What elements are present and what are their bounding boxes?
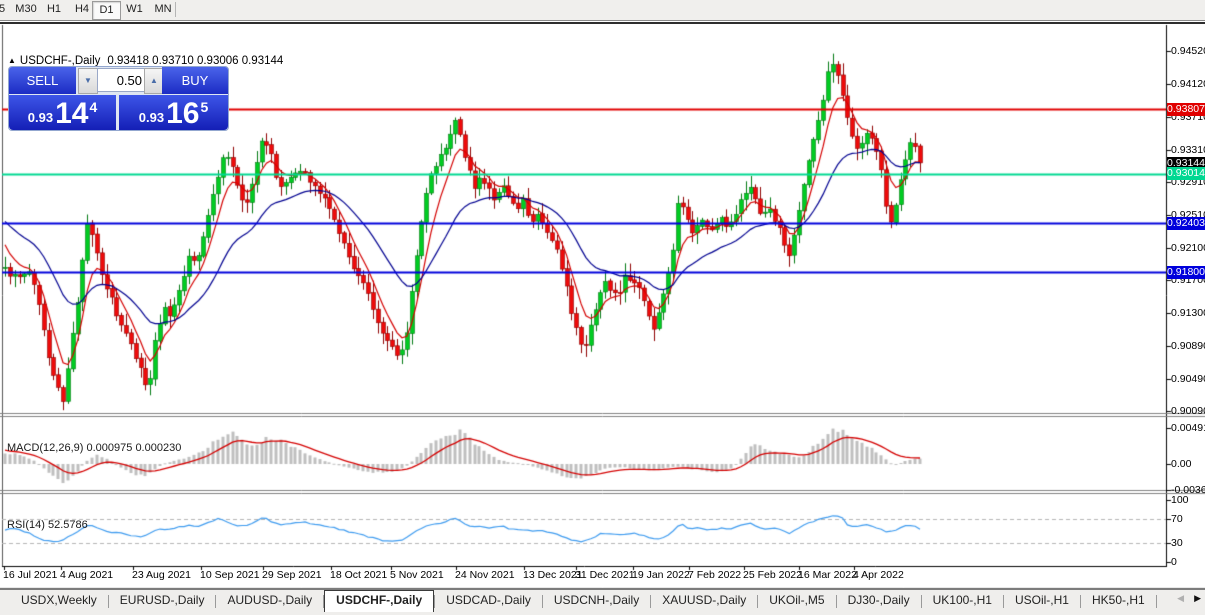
- price-tick-label: 0.93310: [1171, 144, 1205, 156]
- tab-scroll-arrows: ◀ ▶: [1177, 593, 1201, 604]
- macd-indicator-label: MACD(12,26,9) 0.000975 0.000230: [7, 442, 181, 454]
- up-triangle-icon: ▲: [8, 56, 16, 65]
- macd-tick-label: 0.00: [1171, 458, 1191, 470]
- rsi-tick-label: 0: [1171, 556, 1177, 568]
- price-level-badge: 0.92403: [1167, 217, 1205, 230]
- sell-price-base: 0.93: [28, 110, 53, 125]
- chart-tab-usdcnh-[interactable]: USDCNH-,Daily: [543, 590, 650, 611]
- rsi-value: 52.5786: [48, 519, 88, 531]
- rsi-tick-label: 30: [1171, 537, 1183, 549]
- date-label: 16 Jul 2021: [3, 569, 57, 581]
- rsi-tick-label: 70: [1171, 513, 1183, 525]
- date-label: 18 Oct 2021: [330, 569, 387, 581]
- sell-button[interactable]: SELL: [9, 67, 76, 94]
- chart-window: ▲USDCHF-,Daily0.93418 0.93710 0.93006 0.…: [0, 22, 1205, 588]
- macd-main-value: 0.000975: [86, 442, 132, 454]
- date-label: 25 Feb 2022: [743, 569, 802, 581]
- buy-price-sup: 5: [200, 99, 208, 115]
- price-level-badge: 0.93807: [1167, 103, 1205, 116]
- tab-scroll-right-icon[interactable]: ▶: [1194, 593, 1201, 604]
- timeframe-toolbar: 5 M30H1H4D1W1MN: [0, 0, 1205, 21]
- date-label: 23 Aug 2021: [132, 569, 191, 581]
- date-label: 4 Apr 2022: [853, 569, 904, 581]
- price-tick-label: 0.94120: [1171, 78, 1205, 90]
- buy-price-base: 0.93: [139, 110, 164, 125]
- price-tick-label: 0.91300: [1171, 307, 1205, 319]
- timeframe-button-mn[interactable]: MN: [150, 1, 176, 18]
- date-label: 4 Aug 2021: [60, 569, 113, 581]
- volume-decrease-button[interactable]: ▼: [78, 68, 98, 94]
- date-label: 10 Sep 2021: [200, 569, 260, 581]
- trading-platform-window: 5M30H1H4D1W1MN ▲USDCHF-,Daily0.93418 0.9…: [0, 0, 1205, 615]
- date-label: 16 Mar 2022: [798, 569, 857, 581]
- timeframe-button-h1[interactable]: H1: [42, 1, 66, 18]
- timeframe-button-h4[interactable]: H4: [70, 1, 94, 18]
- price-tick-label: 0.94520: [1171, 45, 1205, 57]
- timeframe-button-5[interactable]: 5: [0, 1, 7, 18]
- chart-tab-usdcad-[interactable]: USDCAD-,Daily: [435, 590, 542, 611]
- macd-name: MACD(12,26,9): [7, 442, 83, 454]
- buy-price-big: 16: [166, 100, 199, 128]
- price-level-badge: 0.93014: [1167, 167, 1205, 180]
- rsi-name: RSI(14): [7, 519, 45, 531]
- date-label: 24 Nov 2021: [455, 569, 515, 581]
- tab-separator: [1156, 595, 1157, 608]
- date-label: 7 Feb 2022: [688, 569, 741, 581]
- toolbar-separator: [175, 2, 176, 17]
- sell-price-panel[interactable]: 0.93 14 4: [9, 95, 116, 130]
- date-label: 29 Sep 2021: [262, 569, 322, 581]
- date-label: 5 Nov 2021: [390, 569, 444, 581]
- chart-tab-audusd-[interactable]: AUDUSD-,Daily: [216, 590, 323, 611]
- price-tick-label: 0.90090: [1171, 405, 1205, 417]
- macd-tick-label: 0.004913: [1171, 422, 1205, 434]
- price-tick-label: 0.90490: [1171, 373, 1205, 385]
- chart-tab-bar: USDX,WeeklyEURUSD-,DailyAUDUSD-,DailyUSD…: [0, 588, 1205, 615]
- macd-signal-value: 0.000230: [135, 442, 181, 454]
- volume-increase-button[interactable]: ▲: [144, 68, 164, 94]
- buy-price-panel[interactable]: 0.93 16 5: [119, 95, 228, 130]
- tab-scroll-left-icon[interactable]: ◀: [1177, 593, 1184, 604]
- timeframe-button-m30[interactable]: M30: [12, 1, 40, 18]
- date-label: 13 Dec 2021: [523, 569, 583, 581]
- timeframe-button-d1[interactable]: D1: [92, 1, 121, 20]
- price-level-badge: 0.91800: [1167, 266, 1205, 279]
- sell-price-sup: 4: [89, 99, 97, 115]
- price-tick-label: 0.90890: [1171, 340, 1205, 352]
- timeframe-button-w1[interactable]: W1: [122, 1, 147, 18]
- chart-tab-dj30-[interactable]: DJ30-,Daily: [837, 590, 921, 611]
- date-label: 31 Dec 2021: [575, 569, 635, 581]
- chart-tab-usdchf-[interactable]: USDCHF-,Daily: [324, 590, 434, 612]
- chart-tab-usdx[interactable]: USDX,Weekly: [10, 590, 108, 611]
- buy-button[interactable]: BUY: [162, 67, 228, 94]
- chart-tab-xauusd-[interactable]: XAUUSD-,Daily: [651, 590, 757, 611]
- sell-price-big: 14: [55, 100, 88, 128]
- chart-tab-ukoil-[interactable]: UKOil-,M5: [758, 590, 835, 611]
- one-click-trading-widget: SELL ▼ ▲ BUY 0.93 14 4 0.93 16 5: [8, 66, 229, 131]
- chart-tab-hk50-[interactable]: HK50-,H1: [1081, 590, 1156, 611]
- volume-input[interactable]: [97, 68, 147, 92]
- rsi-indicator-label: RSI(14) 52.5786: [7, 519, 88, 531]
- chart-tab-usoil-[interactable]: USOil-,H1: [1004, 590, 1080, 611]
- chart-tab-uk100-[interactable]: UK100-,H1: [922, 590, 1003, 611]
- date-label: 19 Jan 2022: [632, 569, 690, 581]
- trade-controls-row: SELL ▼ ▲ BUY: [9, 67, 228, 94]
- chart-tab-eurusd-[interactable]: EURUSD-,Daily: [109, 590, 216, 611]
- rsi-tick-label: 100: [1171, 494, 1189, 506]
- price-tick-label: 0.92100: [1171, 242, 1205, 254]
